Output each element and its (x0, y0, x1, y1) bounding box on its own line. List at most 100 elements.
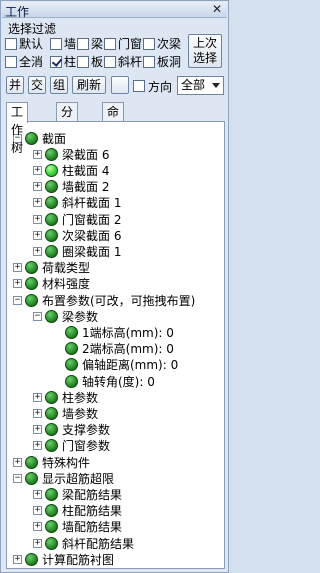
checkbox-label: 板 (91, 55, 104, 69)
toolbar-button[interactable]: 并 (6, 76, 24, 94)
expand-icon[interactable]: + (33, 182, 42, 192)
tab[interactable]: 命令树 (102, 102, 125, 155)
filter-checkbox[interactable]: 板 (77, 54, 103, 69)
tree-node[interactable]: + 墙截面 2 (33, 179, 109, 195)
tree-node[interactable]: − 梁参数 (33, 308, 98, 324)
expand-icon[interactable]: + (33, 522, 42, 532)
title-bar: 工作 ✕ (2, 2, 227, 19)
tree-node[interactable]: + 荷载类型 (13, 260, 90, 276)
checkbox-box[interactable] (143, 55, 155, 68)
tree-node[interactable]: − 显示超筋超限 (13, 470, 114, 486)
tree-node[interactable]: + 墙配筋结果 (33, 519, 122, 535)
checkbox-box[interactable] (104, 37, 116, 50)
checkbox-label: 全消 (19, 55, 44, 69)
green-ball-icon (45, 504, 58, 518)
checkbox-box[interactable] (5, 37, 17, 50)
work-tree: −截面+梁截面 6+柱截面 4+墙截面 2+斜杆截面 1+门窗截面 2+次梁截面… (6, 121, 225, 569)
checkbox-box[interactable] (50, 55, 62, 68)
expand-icon[interactable]: + (33, 489, 42, 499)
tree-node[interactable]: + 特殊构件 (13, 454, 90, 470)
tree-node-label: 梁截面 6 (62, 147, 110, 162)
filter-checkbox[interactable]: 斜杆 (104, 54, 142, 69)
tree-node[interactable]: + 材料强度 (13, 276, 90, 292)
green-ball-icon (45, 244, 58, 258)
tree-node[interactable]: + 梁截面 6 (33, 146, 109, 162)
tree-node-label: 轴转角(度): 0 (82, 374, 155, 389)
checkbox-box[interactable] (104, 55, 116, 68)
expand-icon[interactable]: + (33, 441, 42, 451)
direction-checkbox[interactable] (133, 78, 147, 93)
tree-node[interactable]: + 计算配筋衬图 (13, 551, 114, 567)
collapse-icon[interactable]: − (13, 473, 22, 483)
expand-icon[interactable]: + (13, 554, 22, 564)
tree-node[interactable]: + 梁配筋结果 (33, 486, 122, 502)
checkbox-label: 墙 (64, 37, 77, 51)
direction-label: 方向 (148, 80, 173, 94)
tree-node[interactable]: 1端标高(mm): 0 (53, 324, 174, 340)
expand-icon[interactable]: + (33, 538, 42, 548)
checkbox-box[interactable] (77, 55, 89, 68)
tree-node[interactable]: + 墙参数 (33, 405, 98, 421)
filter-checkbox[interactable]: 梁 (77, 36, 103, 51)
expand-icon[interactable]: + (33, 506, 42, 516)
toolbar-button[interactable]: 交 (28, 76, 46, 94)
tree-node[interactable]: + 柱参数 (33, 389, 98, 405)
expand-icon[interactable]: + (33, 408, 42, 418)
filter-checkbox[interactable]: 全消 (5, 54, 43, 69)
expand-icon[interactable]: + (33, 214, 42, 224)
tree-node[interactable]: + 门窗参数 (33, 438, 110, 454)
tree-node[interactable]: + 斜杆配筋结果 (33, 535, 134, 551)
expand-icon[interactable]: + (33, 425, 42, 435)
filter-checkbox[interactable]: 次梁 (143, 36, 181, 51)
filter-checkbox[interactable]: 墙 (50, 36, 76, 51)
filter-checkbox[interactable]: 柱 (50, 54, 76, 69)
filter-checkbox[interactable]: 板洞 (143, 54, 181, 69)
tree-node[interactable]: + 门窗截面 2 (33, 211, 121, 227)
tab[interactable]: 工作树 (6, 102, 29, 155)
tree-node-label: 墙参数 (62, 406, 99, 421)
tree-node[interactable]: + 斜杆截面 1 (33, 195, 121, 211)
direction-select[interactable]: 全部 (177, 76, 224, 95)
expand-icon[interactable]: + (13, 279, 22, 289)
checkbox-box[interactable] (5, 55, 17, 68)
toolbar-button[interactable]: 组 (50, 76, 68, 94)
checkbox-box[interactable] (143, 37, 155, 50)
collapse-icon[interactable]: − (33, 311, 42, 321)
checkbox-box[interactable] (50, 37, 62, 50)
expand-icon[interactable]: + (13, 263, 22, 273)
tree-node[interactable]: + 柱配筋结果 (33, 503, 122, 519)
green-ball-icon (65, 342, 78, 356)
expand-icon[interactable]: + (33, 246, 42, 256)
tree-node[interactable]: 偏轴距离(mm): 0 (53, 357, 178, 373)
green-ball-icon (45, 536, 58, 550)
tab[interactable]: 分组 (56, 102, 79, 137)
expand-icon[interactable]: + (33, 149, 42, 159)
expand-icon[interactable]: + (13, 457, 22, 467)
checkbox-box[interactable] (77, 37, 89, 50)
toolbar-button[interactable]: 刷新 (72, 76, 106, 94)
collapse-icon[interactable]: − (13, 295, 22, 305)
tree-node[interactable]: − 布置参数(可改，可拖拽布置) (13, 292, 195, 308)
expand-icon[interactable]: + (33, 198, 42, 208)
green-ball-icon (45, 147, 58, 161)
tree-node[interactable]: 2端标高(mm): 0 (53, 341, 174, 357)
tree-node-label: 材料强度 (42, 277, 91, 292)
checkbox-box[interactable] (133, 79, 145, 92)
filter-checkbox[interactable]: 默认 (5, 36, 43, 51)
filter-checkbox[interactable]: 门窗 (104, 36, 142, 51)
tree-node[interactable]: 轴转角(度): 0 (53, 373, 155, 389)
checkbox-label: 斜杆 (118, 55, 143, 69)
help-icon[interactable] (111, 76, 129, 94)
green-ball-icon (45, 487, 58, 501)
last-selection-button[interactable]: 上次 选择 (188, 34, 222, 68)
tree-node[interactable]: + 柱截面 4 (33, 162, 109, 178)
expand-icon[interactable]: + (33, 392, 42, 402)
green-ball-icon (65, 374, 78, 388)
tree-node[interactable]: + 支撑参数 (33, 422, 110, 438)
expand-icon[interactable]: + (33, 165, 42, 175)
tree-node[interactable]: + 圈梁截面 1 (33, 243, 121, 259)
expand-icon[interactable]: + (33, 230, 42, 240)
close-icon[interactable]: ✕ (210, 3, 224, 16)
tree-node[interactable]: + 次梁截面 6 (33, 227, 121, 243)
